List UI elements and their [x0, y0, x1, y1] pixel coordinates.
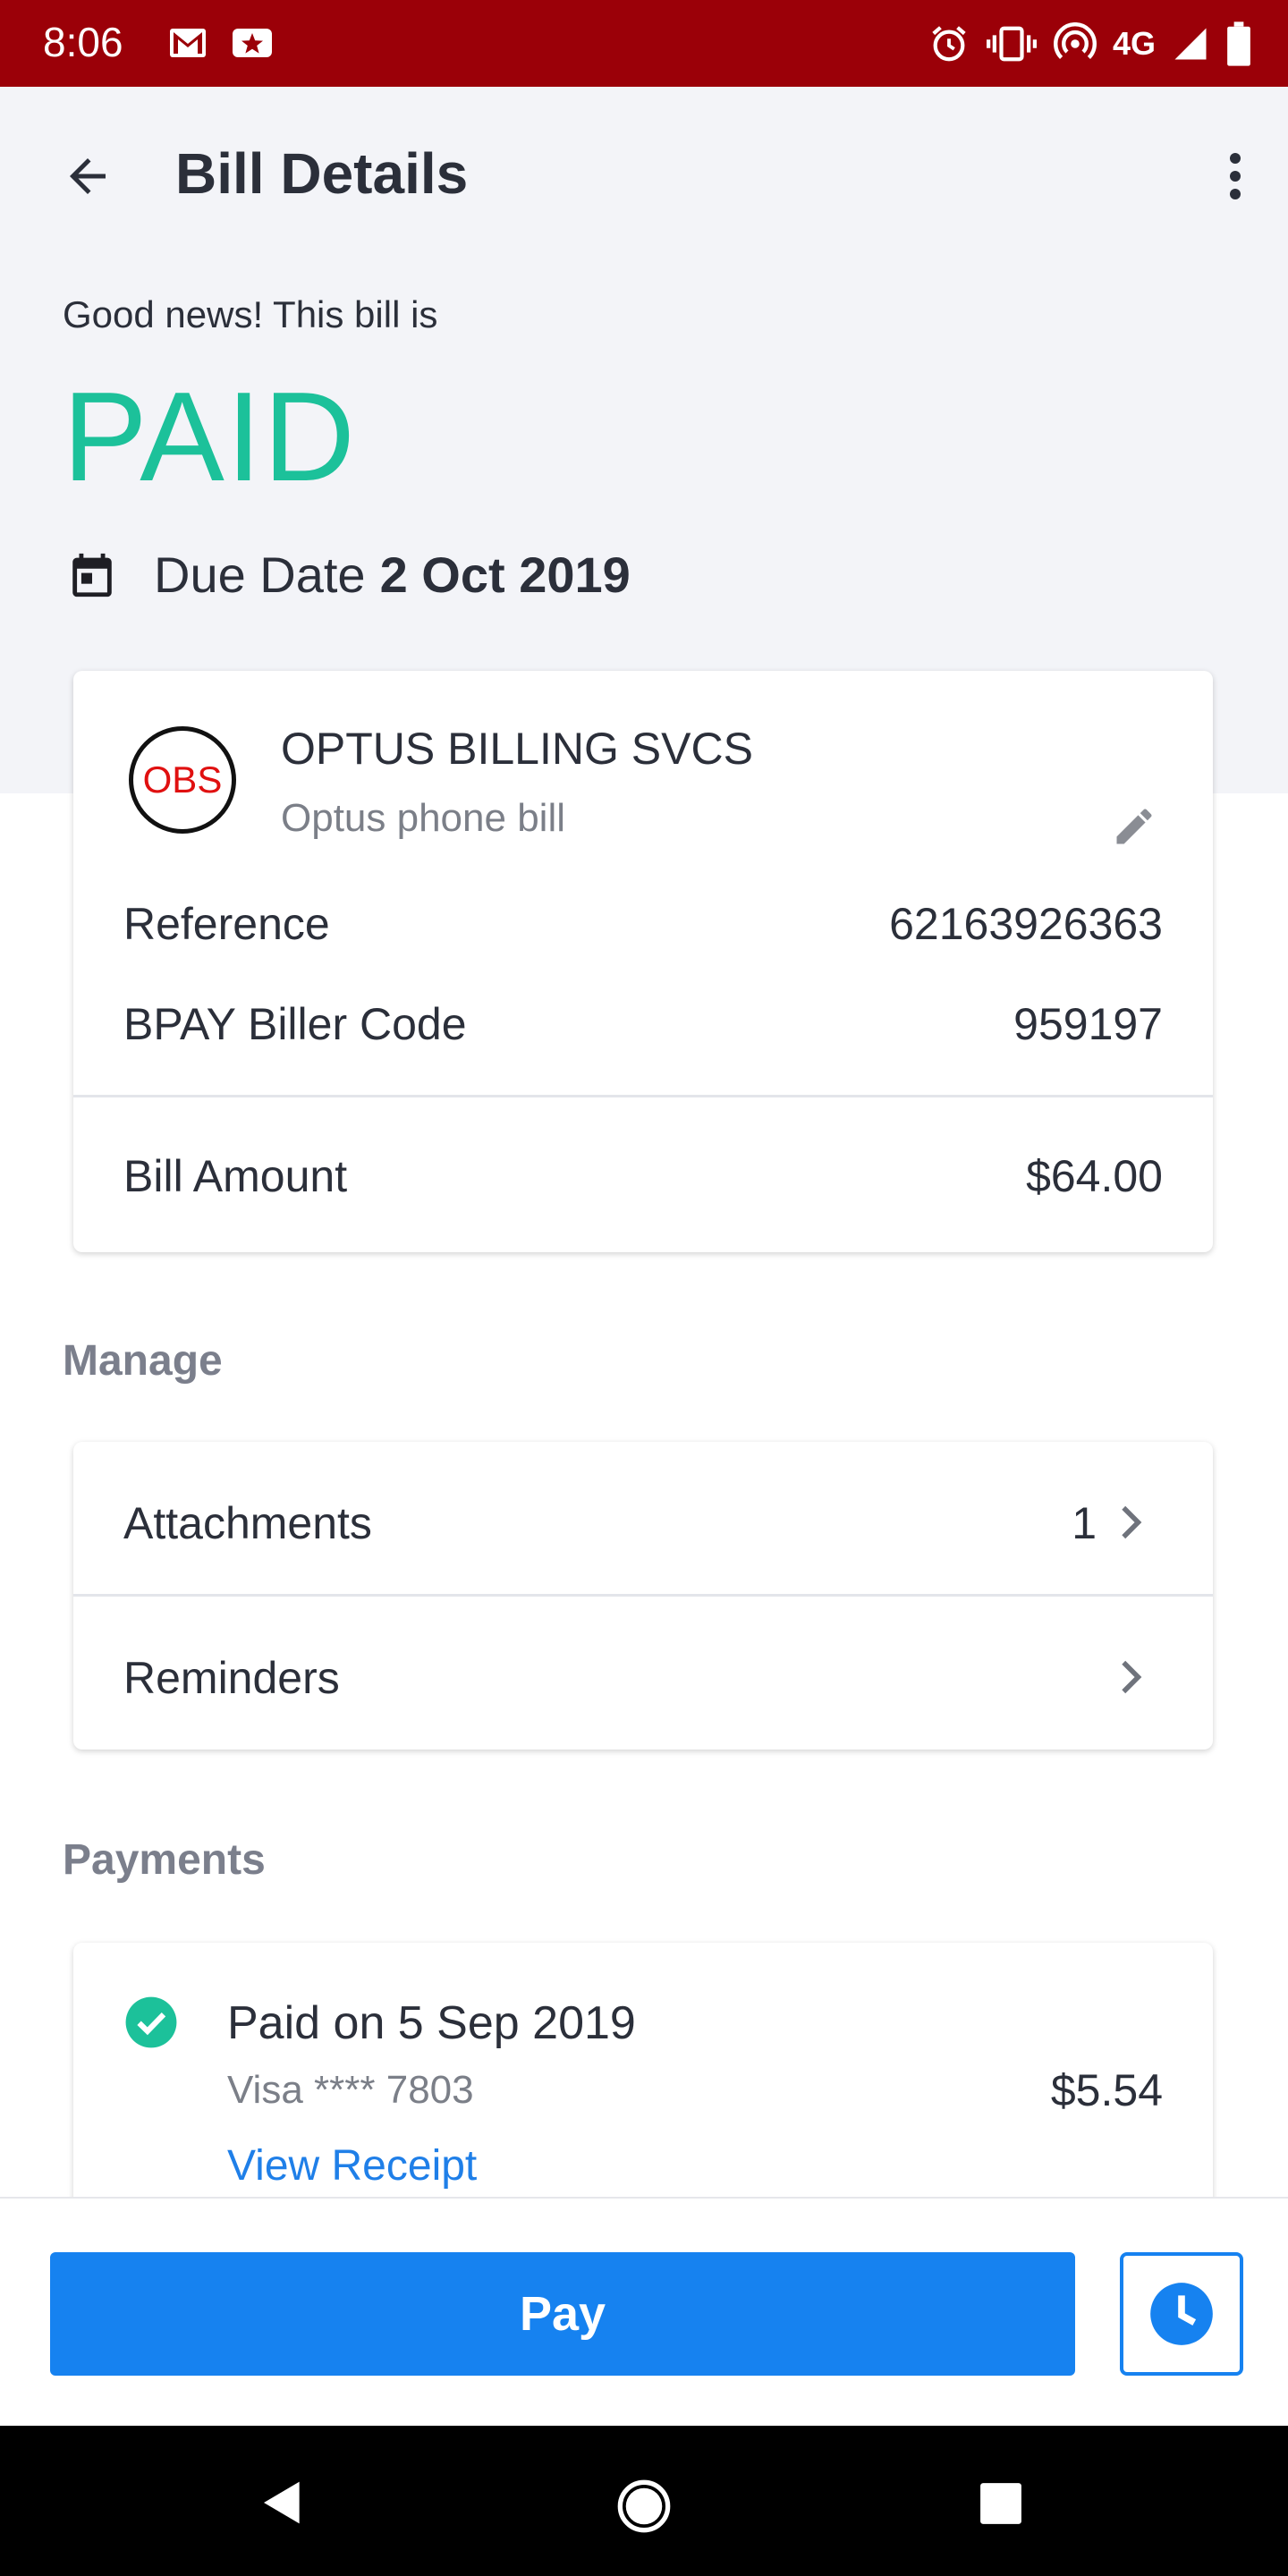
- attachments-row[interactable]: Attachments 1: [73, 1442, 1213, 1594]
- edit-pencil-icon[interactable]: [1111, 803, 1157, 850]
- bill-card: OBS OPTUS BILLING SVCS Optus phone bill …: [73, 671, 1213, 1252]
- reference-row: Reference 62163926363: [123, 898, 1163, 950]
- gmail-icon: [170, 29, 206, 57]
- attachments-count: 1: [1072, 1498, 1097, 1548]
- bill-amount-label: Bill Amount: [123, 1151, 348, 1201]
- status-time: 8:06: [43, 19, 123, 65]
- payment-status: Paid on 5 Sep 2019: [227, 1997, 636, 2049]
- manage-card: Attachments 1 Reminders: [73, 1442, 1213, 1750]
- status-intro: Good news! This bill is: [63, 293, 438, 335]
- more-options-icon[interactable]: [1222, 149, 1249, 203]
- due-date-value: 2 Oct 2019: [379, 547, 631, 603]
- nav-back-icon[interactable]: [258, 2478, 308, 2528]
- payment-amount: $5.54: [1050, 2065, 1163, 2115]
- bottom-action-bar: Pay: [0, 2197, 1288, 2428]
- payment-method: Visa **** 7803: [227, 2068, 474, 2112]
- pay-button[interactable]: Pay: [50, 2252, 1075, 2376]
- biller-name: OPTUS BILLING SVCS: [281, 724, 753, 774]
- manage-section-title: Manage: [63, 1337, 223, 1385]
- card-divider: [73, 1095, 1213, 1097]
- biller-code-label: BPAY Biller Code: [123, 999, 467, 1049]
- due-date-row: Due Date 2 Oct 2019: [66, 546, 631, 604]
- app-bar: Bill Details: [0, 87, 1288, 266]
- due-date-label: Due Date: [154, 547, 366, 603]
- chevron-right-icon: [1122, 1505, 1142, 1539]
- reference-value: 62163926363: [889, 899, 1163, 949]
- battery-icon: [1227, 21, 1250, 66]
- system-nav-bar: [0, 2426, 1288, 2576]
- clock-icon: [1150, 2283, 1213, 2345]
- chevron-right-icon: [1122, 1660, 1142, 1694]
- reminders-label: Reminders: [123, 1653, 340, 1703]
- star-app-icon: [233, 29, 272, 57]
- nav-home-icon[interactable]: [615, 2478, 673, 2535]
- biller-code-row: BPAY Biller Code 959197: [123, 998, 1163, 1050]
- bill-amount-value: $64.00: [1026, 1151, 1163, 1201]
- status-icons: 4G: [928, 20, 1252, 68]
- alarm-icon: [932, 26, 966, 62]
- vibrate-icon: [986, 26, 1037, 62]
- check-circle-icon: [125, 1996, 177, 2048]
- hotspot-icon: [1054, 22, 1097, 59]
- biller-code-value: 959197: [1013, 999, 1163, 1049]
- signal-icon: [1174, 28, 1207, 60]
- page-title: Bill Details: [175, 141, 469, 206]
- payment-card: Paid on 5 Sep 2019 Visa **** 7803 $5.54 …: [73, 1943, 1213, 2211]
- schedule-button[interactable]: [1120, 2252, 1243, 2376]
- nav-recents-icon[interactable]: [979, 2481, 1023, 2526]
- back-arrow-icon[interactable]: [61, 149, 114, 203]
- payments-section-title: Payments: [63, 1836, 266, 1884]
- biller-logo: OBS: [129, 726, 236, 834]
- reminders-row[interactable]: Reminders: [73, 1597, 1213, 1750]
- view-receipt-link[interactable]: View Receipt: [227, 2141, 477, 2190]
- status-bar: 8:06 4G: [0, 0, 1288, 87]
- paid-status: PAID: [63, 366, 357, 508]
- calendar-icon: [72, 553, 112, 597]
- bill-nickname: Optus phone bill: [281, 796, 565, 840]
- network-type: 4G: [1112, 25, 1156, 62]
- reference-label: Reference: [123, 899, 330, 949]
- attachments-label: Attachments: [123, 1498, 372, 1548]
- bill-amount-row: Bill Amount $64.00: [123, 1150, 1163, 1202]
